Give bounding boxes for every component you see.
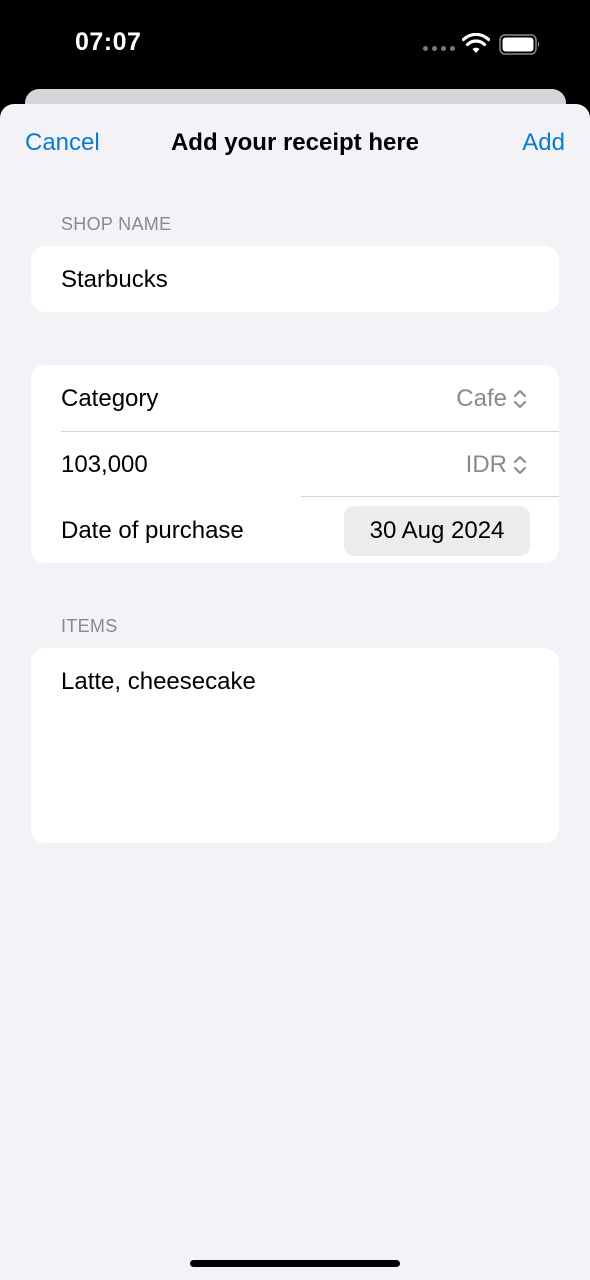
status-bar: 07:07 [0,0,590,90]
shop-name-header: SHOP NAME [61,214,172,234]
category-picker[interactable]: Cafe [456,385,527,413]
divider [61,431,559,432]
category-value: Cafe [456,385,507,412]
up-down-chevron-icon [514,390,526,408]
date-picker-button[interactable]: 30 Aug 2024 [344,506,530,556]
currency-picker[interactable]: IDR [466,451,527,479]
items-text-area[interactable]: Latte, cheesecake [61,668,256,696]
items-header: ITEMS [61,616,118,636]
divider [301,496,559,497]
battery-icon [499,34,540,55]
up-down-chevron-icon [514,456,526,474]
currency-value: IDR [465,451,507,478]
cancel-button[interactable]: Cancel [25,129,100,157]
status-time: 07:07 [75,28,142,56]
date-label: Date of purchase [61,517,244,544]
wifi-icon [462,33,490,53]
add-button[interactable]: Add [522,129,565,157]
cellular-signal-icon [423,46,455,51]
shop-name-card: Starbucks [31,246,559,312]
shop-name-field[interactable]: Starbucks [61,266,168,294]
home-indicator[interactable] [190,1260,400,1267]
category-label: Category [61,385,159,412]
details-card: Category Cafe 103,000 IDR Date of purcha… [31,365,559,563]
amount-field[interactable]: 103,000 [61,451,148,479]
items-card: Latte, cheesecake [31,648,559,843]
